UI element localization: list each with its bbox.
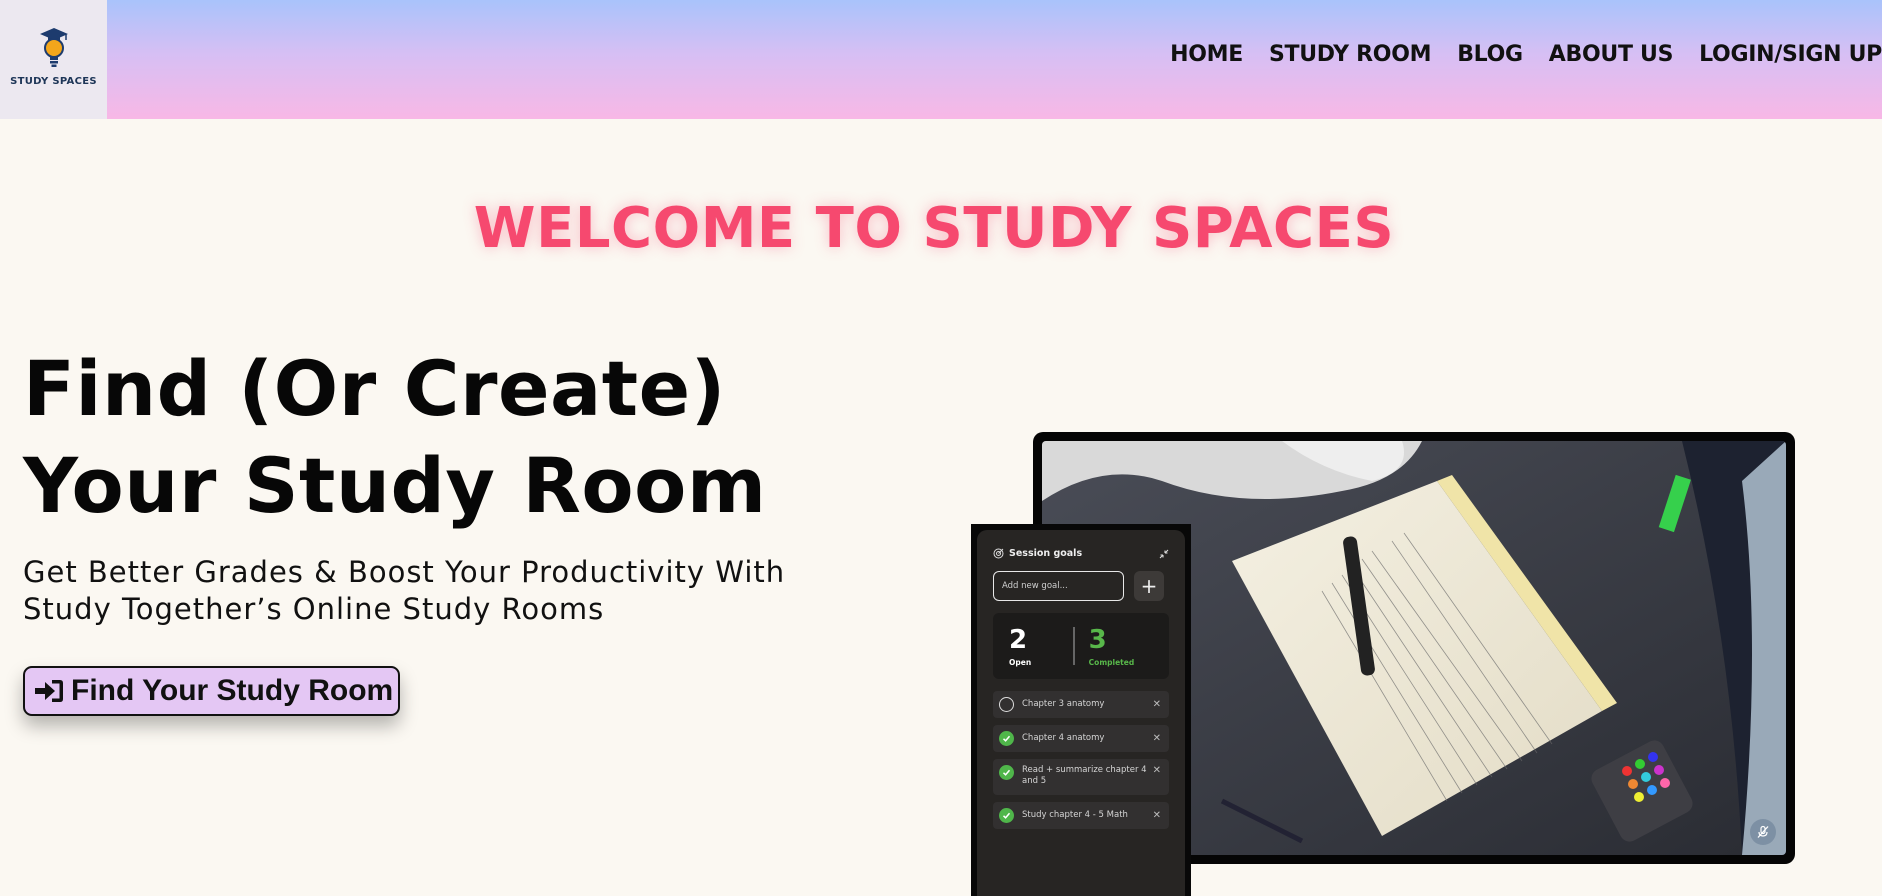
goal-label: Read + summarize chapter 4 and 5 (1022, 765, 1147, 786)
main-nav: HOME STUDY ROOM BLOG ABOUT US LOGIN/SIGN… (1170, 42, 1882, 67)
check-icon (1002, 735, 1011, 742)
open-count: 2 (1009, 624, 1028, 655)
goals-stats: 2 Open 3 Completed (993, 613, 1169, 679)
goal-label: Chapter 3 anatomy (1022, 699, 1105, 709)
goal-label: Chapter 4 anatomy (1022, 733, 1105, 743)
hero-subtitle-line-2: Study Together’s Online Study Rooms (23, 592, 605, 626)
hero-subtitle-line-1: Get Better Grades & Boost Your Productiv… (23, 555, 786, 589)
completed-label: Completed (1088, 657, 1135, 667)
completed-stat: 3 Completed (1089, 626, 1135, 667)
collapse-icon[interactable] (1159, 549, 1169, 559)
welcome-heading: WELCOME TO STUDY SPACES (473, 196, 1395, 261)
remove-goal-icon[interactable]: ✕ (1153, 699, 1161, 710)
goal-done-checkbox[interactable] (999, 765, 1014, 780)
goal-open-checkbox[interactable] (999, 697, 1014, 712)
lightbulb-graduation-icon (39, 28, 68, 67)
goal-done-checkbox[interactable] (999, 731, 1014, 746)
nav-login-signup[interactable]: LOGIN/SIGN UP (1699, 42, 1882, 67)
goals-title: Session goals (1009, 548, 1083, 559)
hero-title: Find (Or Create) Your Study Room (23, 340, 823, 534)
nav-about-us[interactable]: ABOUT US (1549, 42, 1674, 67)
nav-study-room[interactable]: STUDY ROOM (1269, 42, 1432, 67)
goal-item[interactable]: Read + summarize chapter 4 and 5 ✕ (993, 759, 1169, 795)
goal-item[interactable]: Chapter 3 anatomy ✕ (993, 691, 1169, 718)
top-header: STUDY SPACES HOME STUDY ROOM BLOG ABOUT … (0, 0, 1882, 119)
remove-goal-icon[interactable]: ✕ (1153, 733, 1161, 744)
nav-home[interactable]: HOME (1170, 42, 1243, 67)
microphone-off-icon (1757, 825, 1769, 838)
check-icon (1002, 812, 1011, 819)
brand-name: STUDY SPACES (10, 76, 97, 87)
nav-blog[interactable]: BLOG (1457, 42, 1523, 67)
brand-logo[interactable]: STUDY SPACES (0, 0, 107, 119)
target-icon (993, 548, 1004, 559)
add-goal-button[interactable]: + (1134, 571, 1164, 601)
mute-toggle[interactable] (1750, 819, 1776, 845)
goals-list: Chapter 3 anatomy ✕ Chapter 4 anatomy ✕ … (993, 691, 1169, 829)
open-label: Open (1009, 657, 1032, 667)
remove-goal-icon[interactable]: ✕ (1153, 810, 1161, 821)
remove-goal-icon[interactable]: ✕ (1153, 765, 1161, 776)
new-goal-input[interactable]: Add new goal... (993, 571, 1124, 601)
goal-item[interactable]: Chapter 4 anatomy ✕ (993, 725, 1169, 752)
session-goals-card: Session goals Add new goal... + 2 Open 3… (977, 530, 1185, 896)
completed-count: 3 (1088, 624, 1107, 655)
cta-label: Find Your Study Room (71, 674, 394, 707)
hero-subtitle: Get Better Grades & Boost Your Productiv… (23, 554, 843, 628)
stats-divider (1073, 627, 1075, 665)
goal-label: Study chapter 4 - 5 Math (1022, 810, 1128, 820)
goal-done-checkbox[interactable] (999, 808, 1014, 823)
goals-header: Session goals (993, 548, 1169, 559)
open-stat: 2 Open (1009, 626, 1031, 667)
hero-title-line-1: Find (Or Create) (23, 344, 726, 433)
find-study-room-button[interactable]: Find Your Study Room (23, 666, 400, 716)
check-icon (1002, 769, 1011, 776)
goal-item[interactable]: Study chapter 4 - 5 Math ✕ (993, 802, 1169, 829)
session-goals-panel: Session goals Add new goal... + 2 Open 3… (971, 524, 1191, 896)
hero-title-line-2: Your Study Room (23, 441, 767, 530)
sign-in-arrow-icon (35, 680, 63, 702)
